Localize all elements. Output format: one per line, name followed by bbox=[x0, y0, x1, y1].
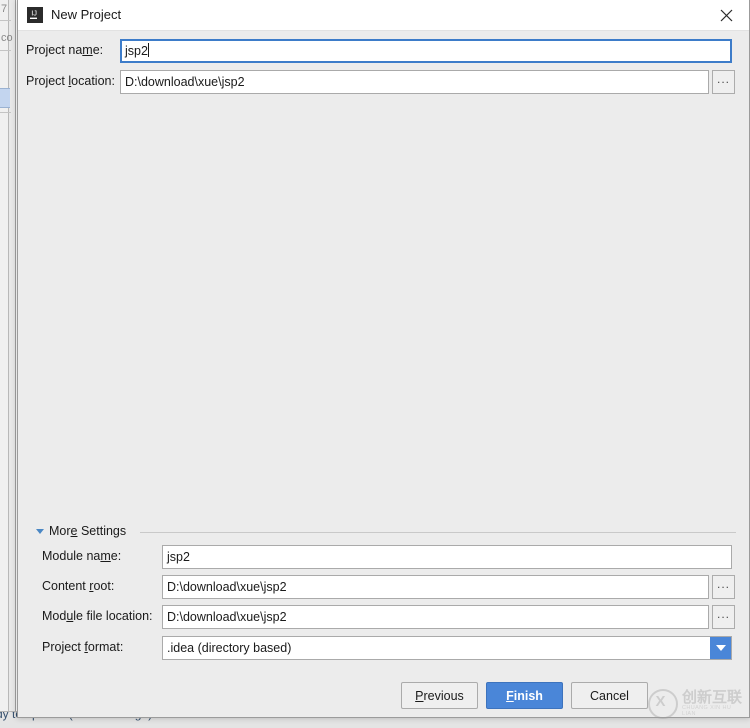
project-format-selected-value: .idea (directory based) bbox=[167, 637, 291, 659]
more-settings-label[interactable]: More Settings bbox=[49, 524, 126, 538]
project-name-label: Project name: bbox=[26, 43, 122, 57]
dialog-titlebar: IJ New Project bbox=[18, 0, 749, 31]
module-name-row: Module name: jsp2 bbox=[18, 545, 750, 569]
new-project-dialog: IJ New Project Project name: jsp2 Projec… bbox=[17, 0, 750, 718]
project-format-row: Project format: .idea (directory based) bbox=[18, 636, 750, 660]
project-name-row: Project name: jsp2 bbox=[18, 39, 750, 63]
background-divider bbox=[0, 112, 11, 113]
module-file-location-label: Module file location: bbox=[42, 609, 168, 623]
content-root-input[interactable]: D:\download\xue\jsp2 bbox=[162, 575, 709, 599]
close-icon[interactable] bbox=[704, 0, 749, 30]
module-file-location-input[interactable]: D:\download\xue\jsp2 bbox=[162, 605, 709, 629]
finish-button[interactable]: Finish bbox=[486, 682, 563, 709]
module-name-input[interactable]: jsp2 bbox=[162, 545, 732, 569]
project-name-input[interactable]: jsp2 bbox=[120, 39, 732, 63]
svg-text:IJ: IJ bbox=[31, 9, 37, 18]
chevron-down-icon[interactable] bbox=[36, 529, 44, 534]
background-divider bbox=[0, 20, 11, 21]
dialog-title: New Project bbox=[51, 7, 121, 23]
project-format-label: Project format: bbox=[42, 640, 168, 654]
module-file-location-row: Module file location: D:\download\xue\js… bbox=[18, 605, 750, 629]
project-location-input[interactable]: D:\download\xue\jsp2 bbox=[120, 70, 709, 94]
dialog-button-row: Previous Finish Cancel bbox=[18, 682, 750, 709]
previous-button[interactable]: Previous bbox=[401, 682, 478, 709]
text-caret bbox=[148, 43, 149, 57]
screen: 7 co | | dy to update! (2 minutes ago) I… bbox=[0, 0, 750, 728]
content-root-browse-button[interactable]: ... bbox=[712, 575, 735, 599]
project-format-select[interactable]: .idea (directory based) bbox=[162, 636, 732, 660]
background-line-number: co bbox=[1, 32, 15, 44]
project-location-label: Project location: bbox=[26, 74, 122, 88]
section-divider bbox=[140, 532, 736, 533]
module-name-label: Module name: bbox=[42, 549, 168, 563]
background-line-number: 7 bbox=[1, 3, 15, 15]
project-location-browse-button[interactable]: ... bbox=[712, 70, 735, 94]
module-file-location-browse-button[interactable]: ... bbox=[712, 605, 735, 629]
project-location-row: Project location: D:\download\xue\jsp2 .… bbox=[18, 70, 750, 94]
cancel-button[interactable]: Cancel bbox=[571, 682, 648, 709]
intellij-idea-icon: IJ bbox=[27, 7, 43, 23]
background-selected-tab bbox=[0, 88, 10, 108]
content-root-row: Content root: D:\download\xue\jsp2 ... bbox=[18, 575, 750, 599]
more-settings-section-header[interactable]: More Settings bbox=[36, 524, 736, 540]
background-divider bbox=[0, 50, 11, 51]
chevron-down-icon[interactable] bbox=[710, 637, 731, 659]
content-root-label: Content root: bbox=[42, 579, 168, 593]
